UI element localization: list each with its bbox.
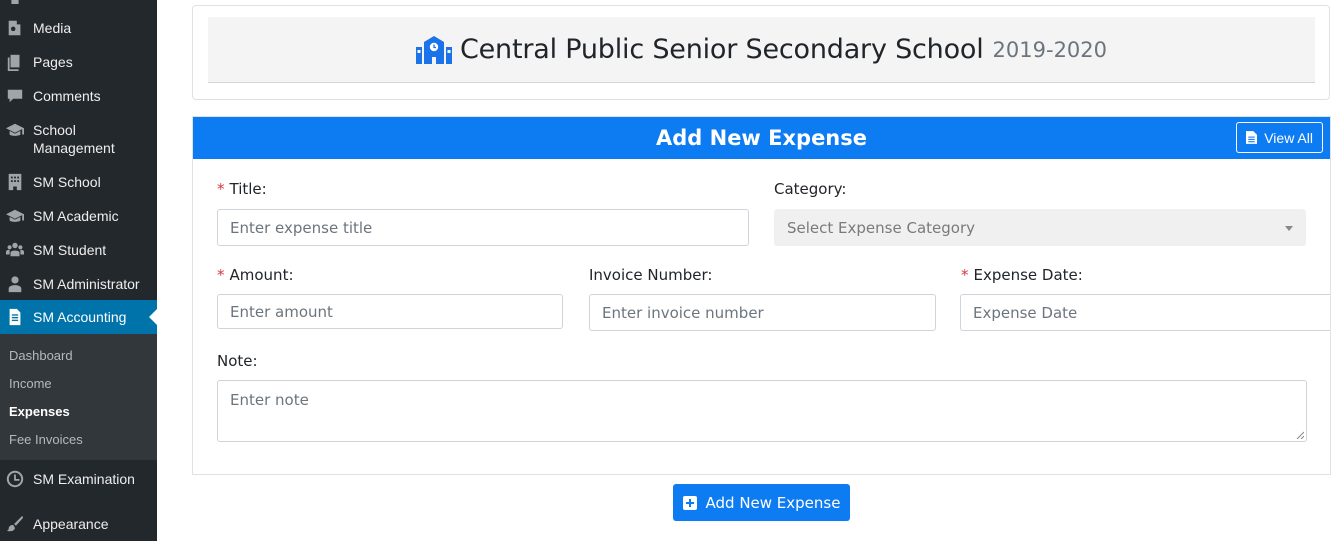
- pages-icon: [5, 52, 25, 72]
- school-name: Central Public Senior Secondary School: [459, 34, 984, 65]
- invoice-number-placeholder: Enter invoice number: [602, 303, 764, 322]
- view-all-label: View All: [1264, 129, 1313, 146]
- title-placeholder: Enter expense title: [230, 218, 373, 237]
- graduation-cap-icon: [5, 120, 25, 140]
- sidebar-item-sm-student[interactable]: SM Student: [0, 240, 157, 260]
- sidebar-item-sm-examination[interactable]: SM Examination: [0, 469, 157, 489]
- title-label: * Title:: [217, 180, 267, 198]
- school-header: Central Public Senior Secondary School 2…: [208, 17, 1315, 83]
- school-icon: [415, 35, 452, 64]
- sidebar-item-sm-accounting[interactable]: SM Accounting: [0, 300, 157, 334]
- sidebar-item-label-line2: Management: [33, 140, 115, 156]
- media-icon: [5, 18, 25, 38]
- add-new-expense-label: Add New Expense: [705, 493, 841, 512]
- sidebar-item-sm-academic[interactable]: SM Academic: [0, 206, 157, 226]
- expense-date-label: * Expense Date:: [961, 266, 1083, 284]
- school-header-card: Central Public Senior Secondary School 2…: [192, 5, 1330, 100]
- amount-label-text: Amount:: [229, 266, 294, 284]
- clock-icon: [5, 469, 25, 489]
- current-indicator-arrow: [149, 309, 157, 325]
- document-icon: [5, 307, 25, 327]
- category-placeholder: Select Expense Category: [787, 218, 975, 237]
- sidebar-item-appearance[interactable]: Appearance: [0, 514, 157, 534]
- sidebar-item-label: SM Student: [33, 242, 107, 258]
- sidebar-item-label: SM Accounting: [33, 309, 127, 325]
- form-title: Add New Expense: [655, 126, 867, 150]
- sidebar-item-comments[interactable]: Comments: [0, 86, 157, 106]
- required-mark: *: [217, 266, 225, 284]
- sidebar-item-partial[interactable]: [0, 0, 157, 4]
- category-select[interactable]: Select Expense Category: [774, 209, 1306, 246]
- paintbrush-icon: [5, 514, 25, 534]
- submenu-item-income[interactable]: Income: [9, 376, 52, 391]
- required-mark: *: [961, 266, 969, 284]
- amount-label: * Amount:: [217, 266, 294, 284]
- amount-placeholder: Enter amount: [230, 302, 333, 321]
- add-new-expense-button[interactable]: Add New Expense: [673, 484, 850, 521]
- pin-icon: [5, 0, 25, 4]
- users-icon: [5, 240, 25, 260]
- admin-sidebar: Media Pages Comments School Management S…: [0, 0, 157, 541]
- sidebar-item-label: School Management: [33, 120, 115, 157]
- graduation-cap-icon: [5, 206, 25, 226]
- sidebar-item-label: Media: [33, 20, 72, 36]
- title-label-text: Title:: [229, 180, 267, 198]
- user-icon: [5, 274, 25, 294]
- note-placeholder: Enter note: [230, 391, 309, 409]
- submenu-item-expenses[interactable]: Expenses: [9, 404, 70, 419]
- sidebar-item-pages[interactable]: Pages: [0, 52, 157, 72]
- building-icon: [5, 172, 25, 192]
- sidebar-item-label: SM School: [33, 174, 101, 190]
- title-input[interactable]: Enter expense title: [217, 209, 749, 246]
- submenu-item-fee-invoices[interactable]: Fee Invoices: [9, 432, 83, 447]
- resize-handle-icon[interactable]: [1296, 431, 1304, 439]
- add-expense-form-card: Add New Expense View All * Title: Enter e…: [192, 116, 1331, 475]
- sidebar-item-label: SM Academic: [33, 208, 119, 224]
- sidebar-item-media[interactable]: Media: [0, 18, 157, 38]
- sidebar-item-label: Pages: [33, 54, 73, 70]
- sidebar-item-label: Comments: [33, 88, 101, 104]
- note-label: Note:: [217, 352, 258, 370]
- expense-date-placeholder: Expense Date: [973, 303, 1078, 322]
- sidebar-item-label-line1: School: [33, 122, 76, 138]
- amount-input[interactable]: Enter amount: [217, 294, 563, 329]
- session-year: 2019-2020: [992, 37, 1108, 62]
- sidebar-item-sm-administrator[interactable]: SM Administrator: [0, 274, 157, 294]
- comments-icon: [5, 86, 25, 106]
- form-header: Add New Expense View All: [193, 117, 1330, 159]
- file-icon: [1246, 131, 1258, 144]
- invoice-number-label: Invoice Number:: [589, 266, 713, 284]
- submenu-item-dashboard[interactable]: Dashboard: [9, 348, 73, 363]
- chevron-down-icon: [1285, 226, 1293, 231]
- note-textarea[interactable]: Enter note: [217, 380, 1307, 442]
- sidebar-item-label: Appearance: [33, 516, 109, 532]
- expense-date-label-text: Expense Date:: [973, 266, 1083, 284]
- required-mark: *: [217, 180, 225, 198]
- category-label: Category:: [774, 180, 847, 198]
- sidebar-submenu: Dashboard Income Expenses Fee Invoices: [0, 334, 157, 460]
- sidebar-item-label: SM Examination: [33, 471, 135, 487]
- sidebar-item-sm-school[interactable]: SM School: [0, 172, 157, 192]
- invoice-number-input[interactable]: Enter invoice number: [589, 294, 936, 331]
- sidebar-item-school-management[interactable]: School Management: [0, 120, 157, 157]
- view-all-button[interactable]: View All: [1236, 122, 1323, 153]
- sidebar-item-label: SM Administrator: [33, 276, 140, 292]
- plus-square-icon: [682, 495, 697, 510]
- expense-date-input[interactable]: Expense Date: [960, 294, 1330, 331]
